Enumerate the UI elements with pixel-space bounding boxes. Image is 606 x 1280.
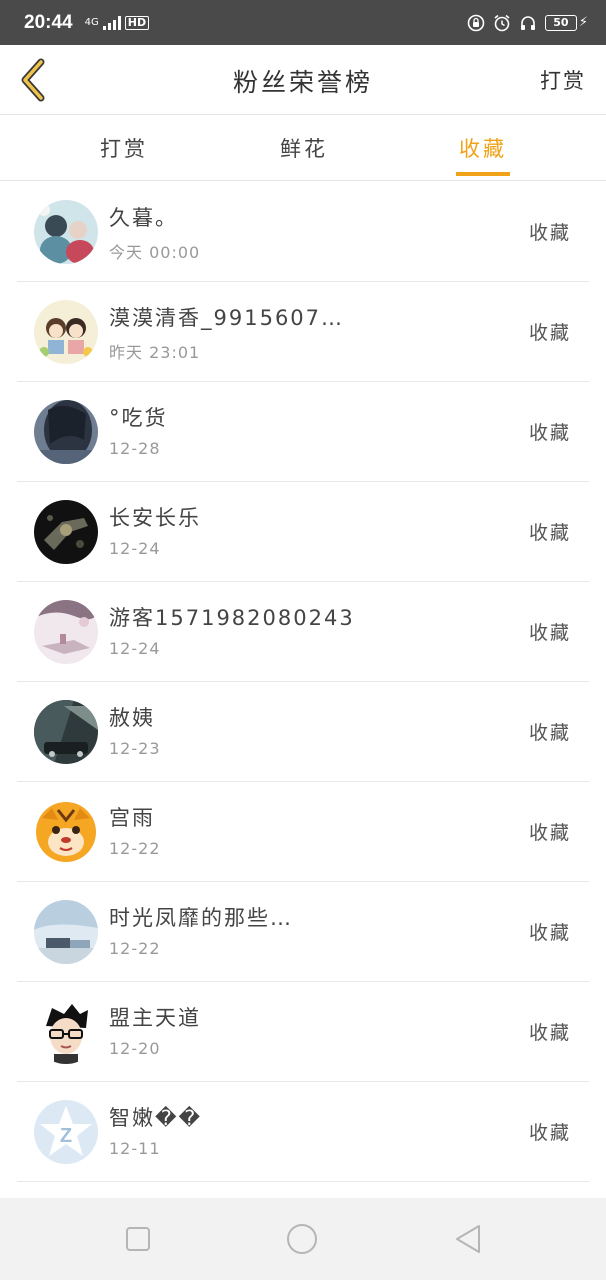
user-name: 赦姨: [109, 706, 155, 730]
tab-flowers[interactable]: 鲜花: [276, 116, 332, 180]
navigation-bar: 粉丝荣誉榜 打赏: [0, 45, 606, 115]
avatar: [34, 1000, 98, 1064]
user-name: 漠漠清香_9915607…: [109, 306, 345, 330]
item-date: 12-24: [109, 539, 161, 558]
user-name: 时光凤靡的那些…: [109, 906, 293, 930]
list-item[interactable]: 宫雨 12-22 收藏: [17, 782, 589, 882]
status-icons: 50 ⚡: [467, 14, 588, 32]
item-type-label: 收藏: [528, 722, 571, 744]
status-bar: 20:44 4G HD 50 ⚡: [0, 0, 606, 45]
network-type: 4G: [84, 17, 99, 28]
item-date: 12-20: [109, 1039, 161, 1058]
page-title: 粉丝荣誉榜: [232, 68, 373, 97]
battery-icon: 50 ⚡: [544, 14, 588, 31]
item-date: 12-24: [109, 639, 161, 658]
system-navigation-bar: [0, 1198, 606, 1280]
avatar: [34, 300, 98, 364]
list-item[interactable]: 久暮。 今天 00:00 收藏: [17, 182, 589, 282]
list-item[interactable]: 游客1571982080243 12-24 收藏: [17, 582, 589, 682]
avatar: Z: [34, 1100, 98, 1164]
status-time: 20:44: [24, 11, 73, 33]
tab-collect[interactable]: 收藏: [452, 116, 514, 180]
list-item[interactable]: 盟主天道 12-20 收藏: [17, 982, 589, 1082]
reward-button[interactable]: 打赏: [540, 65, 586, 95]
signal-icon: [102, 15, 121, 30]
item-type-label: 收藏: [528, 422, 571, 444]
svg-text:Z: Z: [60, 1125, 72, 1147]
item-type-label: 收藏: [528, 522, 571, 544]
avatar: [34, 800, 98, 864]
list-item[interactable]: °吃货 12-28 收藏: [17, 382, 589, 482]
avatar: [34, 500, 98, 564]
alarm-icon: [493, 14, 511, 32]
user-name: °吃货: [109, 406, 168, 430]
avatar: [34, 900, 98, 964]
fan-list: 久暮。 今天 00:00 收藏 漠漠清香_9915607… 昨天 23:01 收…: [0, 182, 606, 1182]
tab-reward[interactable]: 打赏: [96, 116, 152, 180]
item-type-label: 收藏: [528, 322, 571, 344]
item-date: 12-23: [109, 739, 161, 758]
item-type-label: 收藏: [528, 1022, 571, 1044]
user-name: 长安长乐: [109, 506, 201, 530]
item-date: 昨天 23:01: [109, 343, 201, 362]
chevron-left-icon: [21, 58, 45, 102]
recent-apps-button[interactable]: [120, 1222, 156, 1256]
lock-rotation-icon: [467, 14, 485, 32]
home-icon: [287, 1224, 317, 1254]
item-type-label: 收藏: [528, 1122, 571, 1144]
charging-bolt-icon: ⚡: [578, 15, 588, 30]
item-type-label: 收藏: [528, 822, 571, 844]
avatar: [34, 700, 98, 764]
avatar: [34, 400, 98, 464]
tab-bar: 打赏 鲜花 收藏: [0, 116, 606, 181]
avatar: [34, 200, 98, 264]
list-item[interactable]: Z 智嫩�� 12-11 收藏: [17, 1082, 589, 1182]
avatar: [34, 600, 98, 664]
recent-apps-icon: [126, 1227, 150, 1251]
back-triangle-icon: [456, 1225, 480, 1253]
item-type-label: 收藏: [528, 622, 571, 644]
battery-level: 50: [544, 14, 577, 31]
list-item[interactable]: 漠漠清香_9915607… 昨天 23:01 收藏: [17, 282, 589, 382]
list-item[interactable]: 时光凤靡的那些… 12-22 收藏: [17, 882, 589, 982]
back-button[interactable]: [14, 55, 54, 105]
user-name: 盟主天道: [109, 1006, 201, 1030]
network-indicator: 4G HD: [84, 15, 150, 30]
headphones-icon: [519, 14, 537, 32]
item-date: 12-22: [109, 839, 161, 858]
user-name: 智嫩��: [109, 1106, 203, 1130]
item-type-label: 收藏: [528, 222, 571, 244]
user-name: 宫雨: [109, 806, 155, 830]
item-date: 12-11: [109, 1139, 161, 1158]
user-name: 久暮。: [109, 206, 178, 230]
list-item[interactable]: 长安长乐 12-24 收藏: [17, 482, 589, 582]
back-nav-button[interactable]: [450, 1222, 486, 1256]
item-type-label: 收藏: [528, 922, 571, 944]
hd-badge: HD: [124, 15, 150, 30]
list-item[interactable]: 赦姨 12-23 收藏: [17, 682, 589, 782]
item-date: 12-28: [109, 439, 161, 458]
item-date: 今天 00:00: [109, 243, 201, 262]
item-date: 12-22: [109, 939, 161, 958]
user-name: 游客1571982080243: [109, 606, 355, 630]
home-button[interactable]: [284, 1222, 320, 1256]
